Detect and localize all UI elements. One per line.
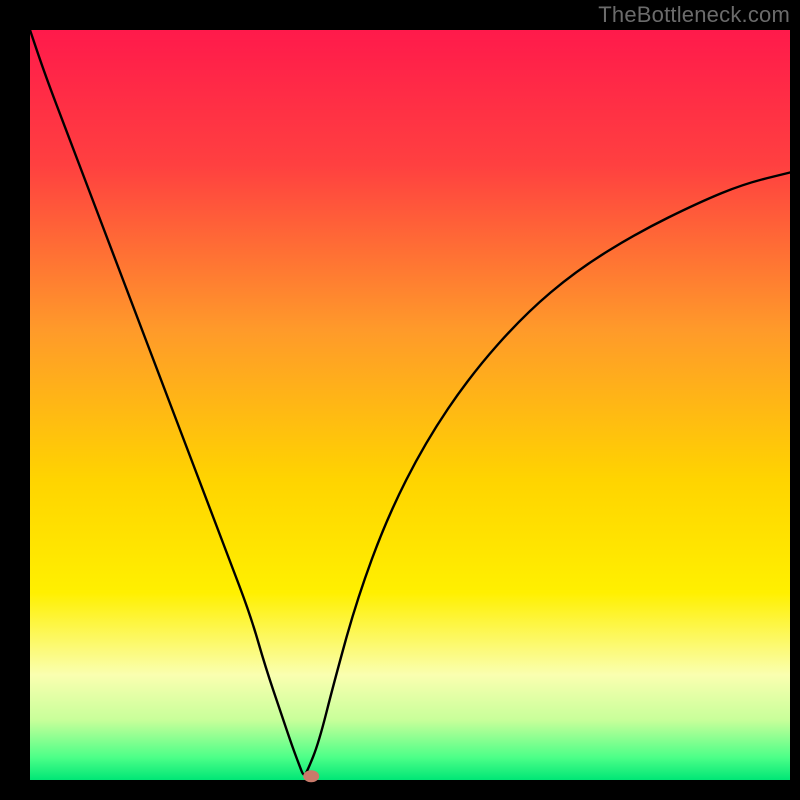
bottleneck-chart: [0, 0, 800, 800]
chart-container: TheBottleneck.com: [0, 0, 800, 800]
watermark-text: TheBottleneck.com: [598, 2, 790, 28]
minimum-marker: [303, 770, 319, 782]
plot-background: [30, 30, 790, 780]
